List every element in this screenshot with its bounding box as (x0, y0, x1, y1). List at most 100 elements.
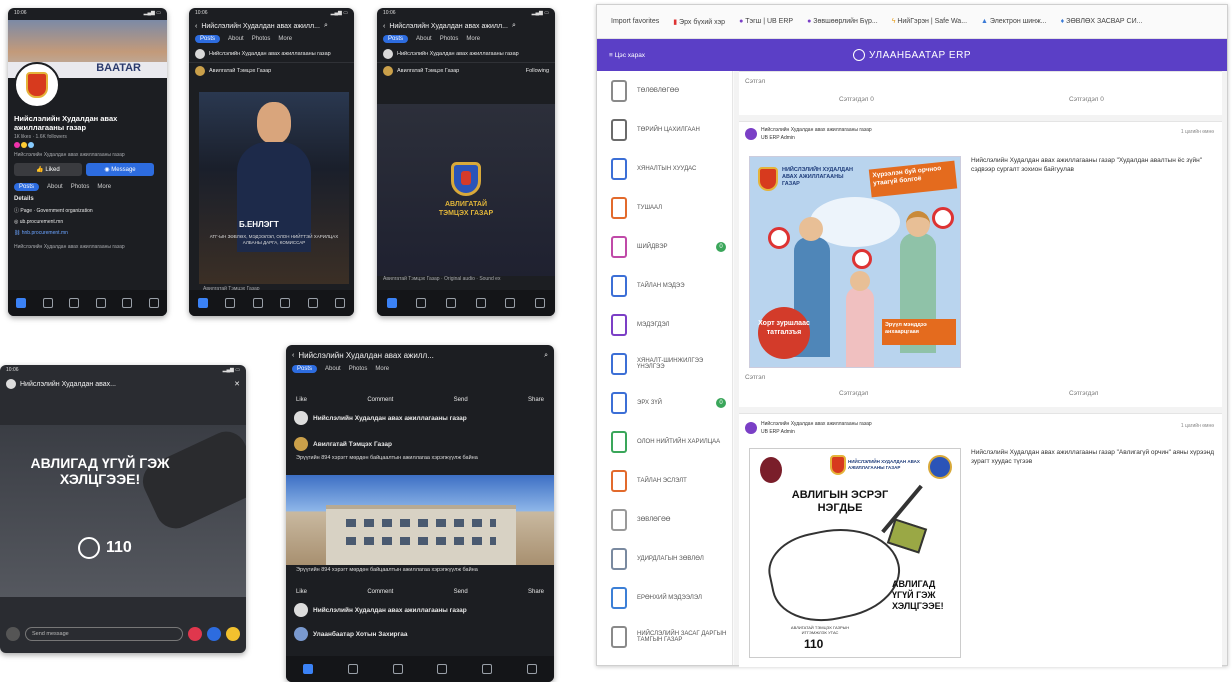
marketplace-icon[interactable] (437, 664, 448, 674)
bell-icon[interactable] (307, 298, 318, 308)
poster-smoking[interactable]: НИЙСЛЭЛИЙН ХУДАЛДАН АВАХ АЖИЛЛАГААНЫ ГАЗ… (749, 156, 961, 368)
like-button[interactable]: Like (296, 589, 307, 595)
comment-count[interactable]: Сэтгэгдэл 0 (839, 96, 874, 103)
sidebar-item[interactable]: ТАЙЛАН ЭСЛЭЛТ (597, 461, 732, 500)
video-icon[interactable] (225, 298, 236, 308)
bookmark-item[interactable]: ▲ Электрон шинж... (981, 18, 1047, 25)
sidebar-item[interactable]: ЕРӨНХИЙ МЭДЭЭЛЭЛ (597, 578, 732, 617)
comment-button[interactable]: Comment (367, 397, 393, 403)
building-photo[interactable] (286, 475, 554, 565)
search-icon[interactable]: ⌕ (544, 352, 548, 360)
tab-more[interactable]: More (97, 184, 111, 190)
tab-posts[interactable]: Posts (195, 35, 221, 43)
marketplace-icon[interactable] (95, 298, 106, 308)
sidebar-item[interactable]: ТӨЛӨВЛӨГӨӨ (597, 71, 732, 110)
avatar[interactable] (294, 437, 308, 451)
message-button[interactable]: ◉ Message (86, 163, 154, 176)
bookmark-item[interactable]: ▮ Эрх бүхий хэр (673, 18, 725, 26)
friends-icon[interactable] (252, 298, 263, 308)
menu-icon[interactable] (535, 298, 546, 308)
video-icon[interactable] (42, 298, 53, 308)
sidebar-item[interactable]: ТАЙЛАН МЭДЭЭ (597, 266, 732, 305)
sidebar-item[interactable]: ТӨРИЙН ЦАХИЛГААН (597, 110, 732, 149)
like-button[interactable]: Like (296, 397, 307, 403)
liked-button[interactable]: 👍 Liked (14, 163, 82, 176)
avatar[interactable] (294, 411, 308, 425)
tab-posts[interactable]: Posts (383, 35, 409, 43)
tab-more[interactable]: More (466, 36, 480, 42)
sidebar-item[interactable]: ЗӨВЛӨГӨӨ (597, 500, 732, 539)
close-icon[interactable]: ✕ (234, 380, 240, 388)
tab-about[interactable]: About (47, 184, 63, 190)
tab-about[interactable]: About (228, 36, 244, 42)
poster-anticorruption[interactable]: НИЙСЛЭЛИЙН ХУДАЛДАН АВАХ АЖИЛЛАГААНЫ ГАЗ… (749, 448, 961, 658)
tab-about[interactable]: About (325, 366, 341, 372)
tab-photos[interactable]: Photos (349, 366, 368, 372)
marketplace-icon[interactable] (280, 298, 291, 308)
message-input[interactable]: Send message (25, 627, 183, 641)
search-icon[interactable]: ⌕ (324, 22, 328, 30)
back-icon[interactable]: ‹ (195, 23, 197, 30)
tab-photos[interactable]: Photos (71, 184, 90, 190)
haha-reaction-icon[interactable] (226, 627, 240, 641)
video-frame[interactable]: Б.ЕНЛЭГТ АТГ-ЫН ЗӨВЛӨХ, МЭДЭЭЛЭЛ, ОЛОН Н… (199, 92, 349, 284)
home-icon[interactable] (386, 298, 397, 308)
tab-about[interactable]: About (416, 36, 432, 42)
sidebar-item[interactable]: УДИРДЛАГЫН ЗӨВЛӨЛ (597, 539, 732, 578)
detail-website[interactable]: ◎ ub.procurement.mn (14, 217, 93, 228)
sidebar-item[interactable]: ХЯНАЛТЫН ХУУДАС (597, 149, 732, 188)
send-button[interactable]: Send (454, 589, 468, 595)
avatar[interactable] (745, 128, 757, 140)
comment-count[interactable]: Сэтгэгдэл 0 (1069, 96, 1104, 103)
bookmark-item[interactable]: ● Зөвшөөрлийн Бүр... (807, 18, 878, 25)
comment-button[interactable]: Сэтгэгдэл (839, 390, 868, 397)
menu-icon[interactable] (335, 298, 346, 308)
share-button[interactable]: Share (528, 397, 544, 403)
sidebar-item[interactable]: ОЛОН НИЙТИЙН ХАРИЛЦАА (597, 422, 732, 461)
home-icon[interactable] (197, 298, 208, 308)
comment-button[interactable]: Сэтгэгдэл (1069, 390, 1098, 397)
comment-button[interactable]: Comment (367, 589, 393, 595)
avatar[interactable] (383, 49, 393, 59)
tab-more[interactable]: More (278, 36, 292, 42)
avatar[interactable] (6, 379, 16, 389)
tab-posts[interactable]: Posts (292, 365, 318, 373)
send-button[interactable]: Send (454, 397, 468, 403)
following-label[interactable]: Following (526, 68, 549, 74)
sidebar-item[interactable]: МЭДЭГДЭЛ (597, 305, 732, 344)
avatar[interactable] (383, 66, 393, 76)
bookmark-item[interactable]: ● Тэгш | UB ERP (739, 18, 793, 25)
friends-icon[interactable] (392, 664, 403, 674)
camera-icon[interactable] (6, 627, 20, 641)
sidebar-item[interactable]: ХЯНАЛТ-ШИНЖИЛГЭЭ ҮНЭЛГЭЭ (597, 344, 732, 383)
tab-photos[interactable]: Photos (440, 36, 459, 42)
bookmark-import[interactable]: Import favorites (611, 18, 659, 25)
sidebar-item[interactable]: ЭРХ ЗҮЙ 0 (597, 383, 732, 422)
bell-icon[interactable] (481, 664, 492, 674)
video-icon[interactable] (416, 298, 427, 308)
avatar[interactable] (745, 422, 757, 434)
back-icon[interactable]: ‹ (383, 23, 385, 30)
like-reaction-icon[interactable] (207, 627, 221, 641)
home-icon[interactable] (303, 664, 314, 674)
bell-icon[interactable] (505, 298, 516, 308)
avatar[interactable] (195, 49, 205, 59)
menu-icon[interactable] (148, 298, 159, 308)
video-icon[interactable] (347, 664, 358, 674)
avatar[interactable] (195, 66, 205, 76)
back-icon[interactable]: ‹ (292, 352, 294, 359)
tab-more[interactable]: More (375, 366, 389, 372)
avatar[interactable] (294, 603, 308, 617)
sidebar-item[interactable]: НИЙСЛЭЛИЙН ЗАСАГ ДАРГЫН ТАМГЫН ГАЗАР (597, 617, 732, 656)
love-reaction-icon[interactable] (188, 627, 202, 641)
tab-photos[interactable]: Photos (252, 36, 271, 42)
menu-toggle[interactable]: ≡ Цэс харах (609, 52, 645, 59)
reel-frame[interactable]: АВЛИГАТАЙ ТЭМЦЭХ ГАЗАР (377, 104, 555, 276)
tab-posts[interactable]: Posts (14, 183, 40, 191)
profile-avatar[interactable] (14, 62, 60, 108)
bookmark-item[interactable]: ϟ НийГэрэн | Safe Wa... (892, 18, 967, 25)
sidebar-item[interactable]: ШИЙДВЭР 0 (597, 227, 732, 266)
sidebar-item[interactable]: ТУШААЛ (597, 188, 732, 227)
friends-icon[interactable] (69, 298, 80, 308)
avatar[interactable] (294, 627, 308, 641)
